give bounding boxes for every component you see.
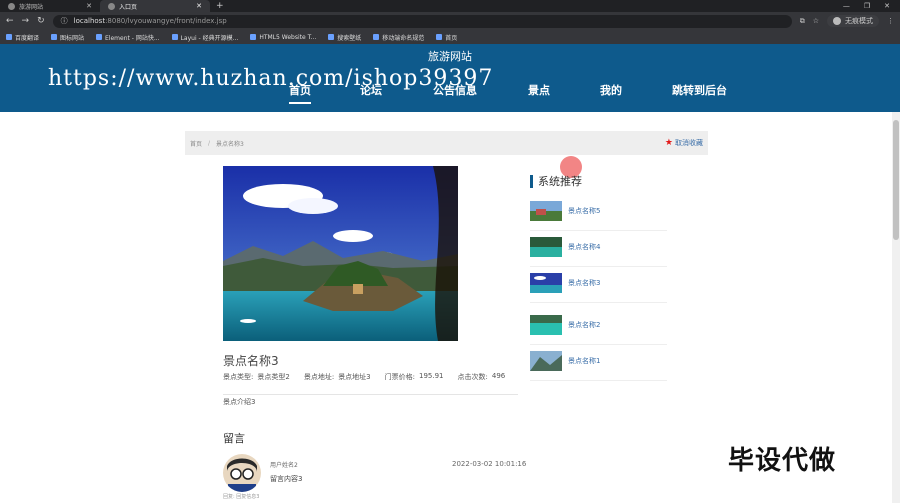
browser-tab-2[interactable]: 入口页 ✕ xyxy=(100,0,210,12)
profile-button[interactable]: 无痕模式 xyxy=(827,15,879,27)
recommend-item[interactable]: 景点名称4 xyxy=(530,237,667,267)
url-input[interactable]: ⓘ localhost:8080/lvyouwangye/front/index… xyxy=(52,14,792,28)
maximize-icon[interactable]: ❐ xyxy=(864,2,870,10)
bookmark-item[interactable]: 图标网站 xyxy=(51,33,84,42)
type-value: 景点类型2 xyxy=(257,373,290,381)
breadcrumb-current: 景点名称3 xyxy=(216,140,244,148)
bookmark-icon xyxy=(51,34,58,40)
breadcrumb-home[interactable]: 首页 xyxy=(190,139,202,148)
attraction-info: 景点类型: 景点类型2 景点地址: 景点地址3 门票价格: 195.91 点击次… xyxy=(223,372,505,382)
nav-forum[interactable]: 论坛 xyxy=(360,82,382,98)
page-scrollbar[interactable] xyxy=(892,112,900,503)
translate-icon[interactable]: ⧉ xyxy=(800,17,805,26)
close-icon[interactable]: ✕ xyxy=(86,2,92,10)
message-user: 用户姓名2 xyxy=(270,462,298,469)
message-content: 留言内容3 xyxy=(270,475,303,483)
browser-tab-bar: 旅游网站 ✕ 入口页 ✕ + — ❐ ✕ xyxy=(0,0,900,12)
close-icon[interactable]: ✕ xyxy=(196,2,202,10)
unfavorite-button[interactable]: ★ 取消收藏 xyxy=(665,138,703,148)
browser-tab-1[interactable]: 旅游网站 ✕ xyxy=(0,0,100,12)
recommend-label: 景点名称2 xyxy=(568,321,601,329)
breadcrumb: 首页 / 景点名称3 ★ 取消收藏 xyxy=(185,131,708,155)
close-window-icon[interactable]: ✕ xyxy=(884,2,890,10)
menu-icon[interactable]: ⋮ xyxy=(887,17,894,25)
bookmarks-bar: 百度翻译 图标网站 Element - 网站快... Layui - 经典开源模… xyxy=(0,30,900,44)
bookmark-icon xyxy=(250,34,257,40)
bookmark-icon xyxy=(436,34,443,40)
breadcrumb-separator: / xyxy=(208,139,211,147)
forward-icon[interactable]: → xyxy=(22,16,30,26)
bookmark-icon xyxy=(6,34,12,40)
attraction-image xyxy=(223,166,458,341)
site-header: 旅游网站 https://www.huzhan.com/ishop39397 首… xyxy=(0,44,900,112)
nav-home[interactable]: 首页 xyxy=(289,82,311,104)
nav-attractions[interactable]: 景点 xyxy=(528,82,550,98)
window-controls: — ❐ ✕ xyxy=(843,2,900,10)
tab-label: 入口页 xyxy=(119,3,138,11)
messages-title: 留言 xyxy=(223,432,245,445)
tab-favicon-icon xyxy=(108,2,115,10)
promo-overlay-text: 毕设代做 xyxy=(728,446,837,476)
nav-mine[interactable]: 我的 xyxy=(600,82,622,98)
tab-label: 旅游网站 xyxy=(19,3,44,11)
bookmark-icon xyxy=(96,34,103,40)
tab-favicon-icon xyxy=(8,2,15,10)
recommend-thumb xyxy=(530,273,562,293)
address-value: 景点地址3 xyxy=(338,373,371,381)
url-path: :8080/lvyouwangye/front/index.jsp xyxy=(105,17,227,25)
minimize-icon[interactable]: — xyxy=(843,2,850,10)
bookmark-item[interactable]: 百度翻译 xyxy=(6,33,39,42)
bookmark-item[interactable]: 移动端命名规范 xyxy=(373,33,424,42)
recommend-thumb xyxy=(530,201,562,221)
bookmark-icon xyxy=(328,34,335,40)
star-icon: ★ xyxy=(664,138,673,148)
clicks-label: 点击次数: xyxy=(457,373,488,381)
attraction-name: 景点名称3 xyxy=(223,354,279,368)
main-nav: 首页 论坛 公告信息 景点 我的 跳转到后台 xyxy=(0,82,900,104)
divider xyxy=(223,394,518,395)
bookmark-item[interactable]: HTML5 Website T... xyxy=(250,34,316,41)
new-tab-icon[interactable]: + xyxy=(216,1,224,11)
clicks-value: 496 xyxy=(491,372,506,380)
price-label: 门票价格: xyxy=(384,373,416,381)
recommend-thumb xyxy=(530,315,562,335)
recommend-item[interactable]: 景点名称1 xyxy=(530,351,667,381)
recommend-label: 景点名称1 xyxy=(568,357,601,365)
scrollbar-thumb[interactable] xyxy=(893,120,899,240)
url-host: localhost xyxy=(73,17,106,25)
nav-notices[interactable]: 公告信息 xyxy=(433,82,477,98)
reload-icon[interactable]: ↻ xyxy=(37,16,45,26)
bookmark-item[interactable]: Layui - 经典开源模... xyxy=(171,33,238,42)
back-icon[interactable]: ← xyxy=(6,16,14,26)
type-label: 景点类型: xyxy=(223,373,254,381)
recommend-label: 景点名称5 xyxy=(568,207,601,215)
message-time: 2022-03-02 10:01:16 xyxy=(452,460,527,468)
avatar-icon xyxy=(833,17,841,25)
nav-admin[interactable]: 跳转到后台 xyxy=(672,82,727,98)
recommend-thumb xyxy=(530,351,562,371)
unfavorite-label: 取消收藏 xyxy=(675,139,703,147)
recommend-thumb xyxy=(530,237,562,257)
recommend-label: 景点名称4 xyxy=(568,243,601,251)
address-bar: ← → ↻ ⓘ localhost:8080/lvyouwangye/front… xyxy=(0,12,900,30)
recommend-label: 景点名称3 xyxy=(568,279,601,287)
profile-label: 无痕模式 xyxy=(845,17,873,25)
bookmark-item[interactable]: 搜索壁纸 xyxy=(328,33,361,42)
site-title: 旅游网站 xyxy=(428,50,472,63)
bookmark-icon xyxy=(373,34,380,40)
avatar xyxy=(223,454,261,492)
address-label: 景点地址: xyxy=(303,373,335,381)
recommend-title: 系统推荐 xyxy=(530,175,582,188)
recommend-item[interactable]: 景点名称3 xyxy=(530,273,667,303)
recommend-item[interactable]: 景点名称5 xyxy=(530,201,667,231)
bookmark-star-icon[interactable]: ☆ xyxy=(813,17,819,25)
price-value: 195.91 xyxy=(419,372,444,380)
bookmark-item[interactable]: 首页 xyxy=(436,33,457,42)
attraction-intro: 景点介绍3 xyxy=(223,398,256,406)
recommend-item[interactable]: 景点名称2 xyxy=(530,315,667,345)
bookmark-item[interactable]: Element - 网站快... xyxy=(96,33,160,42)
bookmark-icon xyxy=(171,34,178,40)
message-reply: 回复: 回复信息3 xyxy=(223,494,260,500)
info-icon: ⓘ xyxy=(60,17,68,25)
